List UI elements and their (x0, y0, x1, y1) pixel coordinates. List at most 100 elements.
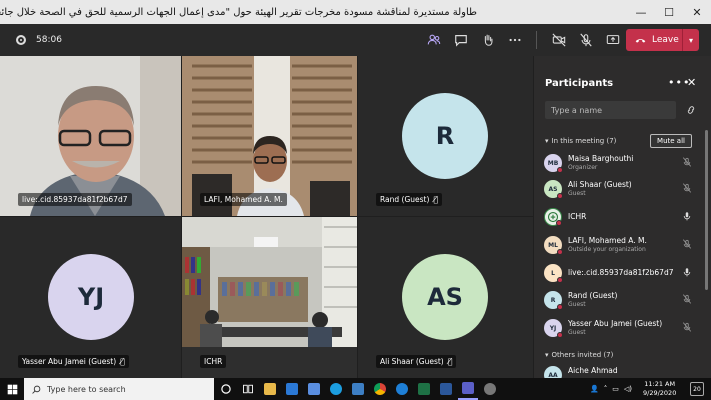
close-window-button[interactable]: ✕ (683, 0, 711, 24)
panel-scrollbar[interactable] (705, 130, 708, 290)
volume-icon[interactable]: ◁) (624, 385, 632, 393)
mic-icon[interactable] (682, 267, 692, 277)
mute-all-button[interactable]: Mute all (650, 134, 692, 148)
leave-label: Leave (652, 35, 679, 45)
taskbar-app-word[interactable] (436, 378, 456, 400)
clock-date: 9/29/2020 (643, 389, 677, 397)
participants-toggle-button[interactable] (420, 24, 447, 56)
participant-row[interactable]: L live:.cid.85937da81f2b67d7 (544, 262, 694, 284)
avatar-tile-6[interactable]: AS Ali Shaar (Guest) 🎙̸ (358, 217, 533, 378)
tile-name-label: Yasser Abu Jamei (Guest) 🎙̸ (18, 355, 129, 368)
window-title-bar: طاولة مستديرة لمناقشة مسودة مخرجات تقرير… (0, 0, 711, 24)
search-icon (32, 385, 41, 394)
video-tile-5[interactable]: ICHR (182, 217, 357, 378)
video-tile-1[interactable]: live:.cid.85937da81f2b67d7 (0, 56, 181, 216)
cortana-circle-icon (221, 384, 231, 394)
taskbar-clock[interactable]: 11:21 AM 9/29/2020 (643, 380, 676, 398)
presence-dot (557, 332, 563, 338)
participant-role: Guest (568, 301, 586, 308)
taskbar-app-skype[interactable] (326, 378, 346, 400)
chat-button[interactable] (447, 24, 474, 56)
start-button[interactable] (0, 378, 24, 400)
mic-toggle-button[interactable] (572, 24, 599, 56)
share-screen-button[interactable] (599, 24, 626, 56)
participant-role: Outside your organization (568, 246, 646, 253)
video-tile-2[interactable]: LAFI, Mohamed A. M. (182, 56, 357, 216)
presence-dot (557, 249, 563, 255)
more-actions-button[interactable] (501, 24, 528, 56)
panel-close-button[interactable]: ✕ (687, 76, 696, 89)
window-title: طاولة مستديرة لمناقشة مسودة مخرجات تقرير… (0, 6, 477, 18)
minimize-button[interactable]: — (627, 0, 655, 24)
participant-name: Maisa Barghouthi (568, 154, 634, 163)
more-icon (508, 38, 521, 42)
chevron-down-icon: ▾ (545, 137, 549, 145)
chevron-up-icon[interactable]: ˄ (604, 385, 608, 393)
avatar-initials: R (435, 122, 455, 150)
cortana-button[interactable] (216, 378, 236, 400)
tile-name-label: LAFI, Mohamed A. M. (200, 193, 287, 206)
participant-row[interactable]: YJ Yasser Abu Jamei (Guest) Guest (544, 317, 694, 339)
taskbar-app-settings[interactable] (480, 378, 500, 400)
mic-icon[interactable] (682, 211, 692, 221)
mail-icon (286, 383, 298, 395)
taskbar-search-box[interactable]: Type here to search (24, 378, 214, 400)
panel-title: Participants (545, 78, 614, 89)
people-icon[interactable]: 👤 (590, 385, 599, 393)
share-screen-icon (606, 35, 619, 45)
avatar-tile-4[interactable]: YJ Yasser Abu Jamei (Guest) 🎙̸ (0, 217, 181, 378)
participant-name: LAFI, Mohamed A. M. (568, 236, 647, 245)
toolbar-controls (420, 24, 626, 56)
avatar-tile-3[interactable]: R Rand (Guest) 🎙̸ (358, 56, 533, 216)
task-view-button[interactable] (238, 378, 258, 400)
participant-row[interactable]: ML LAFI, Mohamed A. M. Outside your orga… (544, 234, 694, 256)
taskbar-app-excel[interactable] (414, 378, 434, 400)
taskbar-app-edge[interactable] (392, 378, 412, 400)
mic-off-icon[interactable] (682, 322, 692, 332)
toolbar-divider (536, 31, 537, 49)
mic-off-icon[interactable] (682, 294, 692, 304)
raise-hand-button[interactable] (474, 24, 501, 56)
mic-off-icon[interactable] (682, 157, 692, 167)
avatar-initials: R (550, 296, 556, 304)
avatar-initials: AS (427, 283, 463, 311)
participant-search-input[interactable] (545, 101, 676, 119)
leave-button[interactable]: Leave ▾ (626, 29, 699, 51)
mic-off-icon[interactable] (682, 183, 692, 193)
taskbar-app-mail[interactable] (282, 378, 302, 400)
network-icon[interactable]: ▭ (612, 385, 619, 393)
taskbar-app-teams[interactable] (458, 378, 478, 400)
avatar-initials: YJ (77, 283, 105, 311)
in-meeting-label: In this meeting (7) (551, 137, 617, 145)
ichr-logo-icon (544, 208, 562, 226)
notification-center-button[interactable]: 20 (690, 382, 704, 396)
mic-off-icon[interactable] (682, 239, 692, 249)
camera-toggle-button[interactable] (545, 24, 572, 56)
taskbar-app-store[interactable] (304, 378, 324, 400)
taskbar-app-photos[interactable] (348, 378, 368, 400)
edge-icon (396, 383, 408, 395)
others-invited-section-header[interactable]: ▾ Others invited (7) (545, 351, 613, 359)
participant-row[interactable]: ICHR (544, 206, 694, 228)
video-feed-image (182, 56, 357, 216)
leave-main[interactable]: Leave (626, 35, 682, 46)
leave-dropdown-chevron-icon[interactable]: ▾ (682, 29, 699, 51)
mic-off-icon: 🎙̸ (433, 195, 438, 204)
taskbar-app-chrome[interactable] (370, 378, 390, 400)
participant-row[interactable]: AS Ali Shaar (Guest) Guest (544, 178, 694, 200)
participant-name: Yasser Abu Jamei (Guest) (568, 319, 663, 328)
windows-logo-icon (7, 384, 17, 394)
taskbar-app-files[interactable] (260, 378, 280, 400)
in-meeting-section-header[interactable]: ▾ In this meeting (7) (545, 137, 616, 145)
tile-name-label: ICHR (200, 355, 227, 368)
participant-row[interactable]: R Rand (Guest) Guest (544, 289, 694, 311)
mic-off-icon (579, 33, 592, 47)
share-invite-icon[interactable] (686, 105, 696, 115)
maximize-button[interactable]: ☐ (655, 0, 683, 24)
avatar-initials: YJ (549, 324, 557, 332)
chevron-down-icon: ▾ (545, 351, 549, 359)
camera-off-icon (551, 33, 566, 47)
participant-row[interactable]: MB Maisa Barghouthi Organizer (544, 152, 694, 174)
tile-name-label: Rand (Guest) 🎙̸ (376, 193, 442, 206)
tile-name-label: Ali Shaar (Guest) 🎙̸ (376, 355, 457, 368)
